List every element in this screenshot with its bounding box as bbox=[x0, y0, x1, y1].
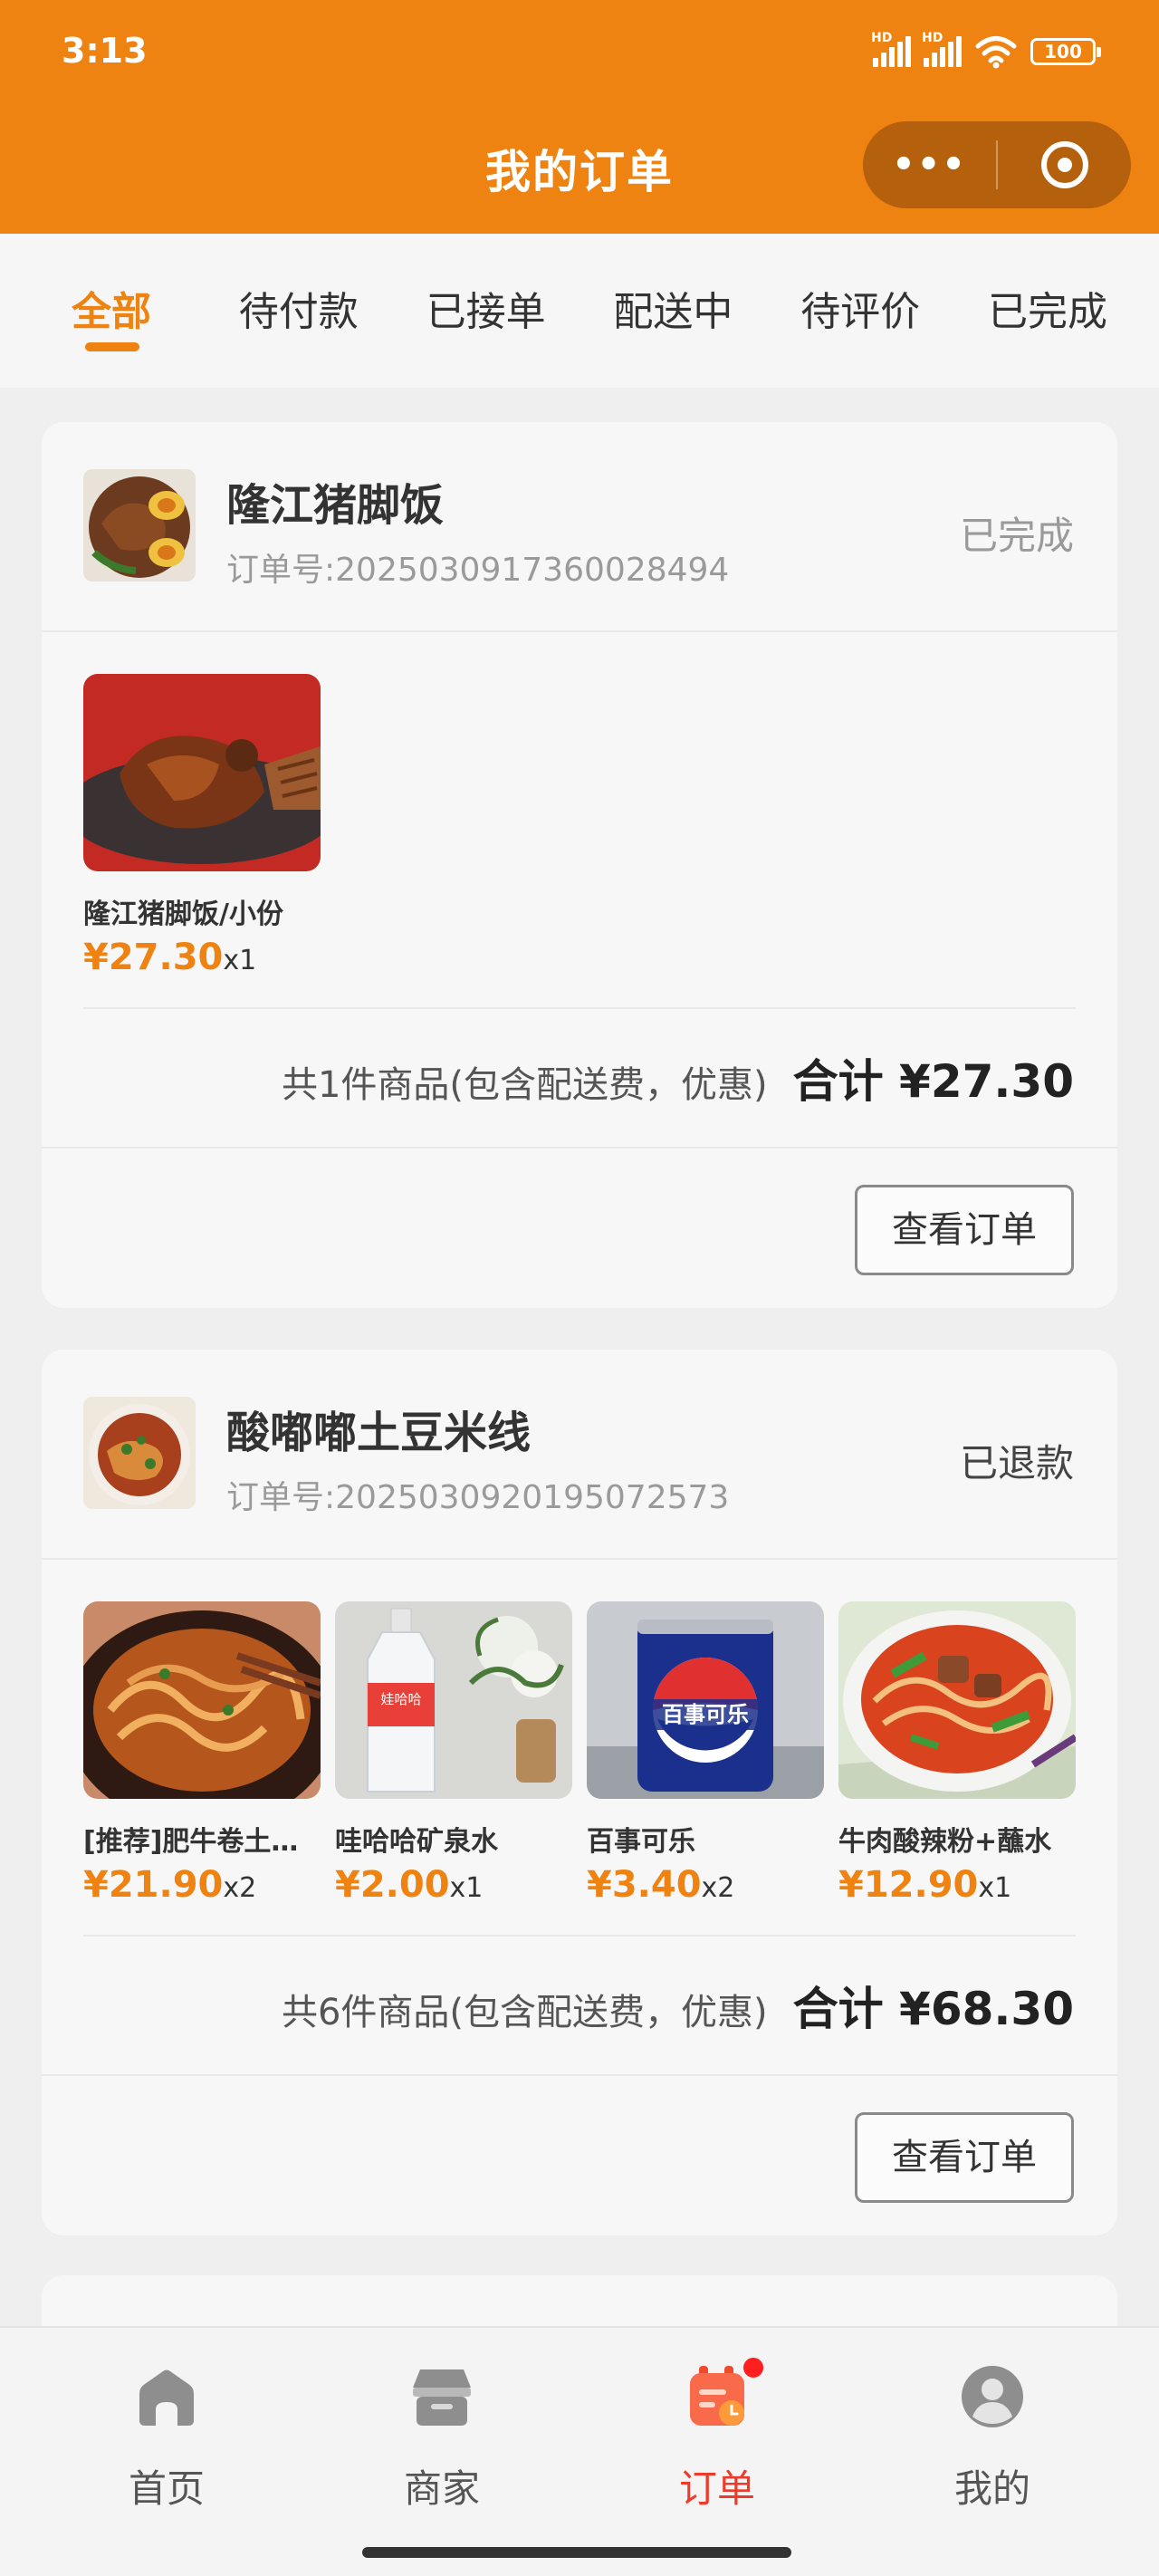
order-card[interactable]: 酸嘟嘟土豆米线 订单号:2025030920195072573 已退款 [推荐]… bbox=[42, 1350, 1117, 2235]
divider bbox=[42, 630, 1117, 632]
item-price-row: ¥2.00x1 bbox=[335, 1864, 572, 1906]
item-quantity: x1 bbox=[449, 1872, 484, 1904]
tab-to-review[interactable]: 待评价 bbox=[776, 234, 944, 388]
battery-icon: 100 bbox=[1030, 38, 1101, 65]
tab-pending-payment[interactable]: 待付款 bbox=[215, 234, 383, 388]
order-item[interactable]: 隆江猪脚饭/小份 ¥27.30x1 bbox=[83, 674, 321, 978]
tab-completed[interactable]: 已完成 bbox=[963, 234, 1132, 388]
item-image bbox=[838, 1601, 1076, 1799]
item-price: ¥2.00 bbox=[335, 1864, 450, 1906]
item-quantity: x2 bbox=[701, 1872, 735, 1904]
item-price-row: ¥21.90x2 bbox=[83, 1864, 321, 1906]
item-image bbox=[83, 1601, 321, 1799]
item-count-note: 共6件商品(包含配送费，优惠) bbox=[281, 1992, 768, 2033]
item-count-note: 共1件商品(包含配送费，优惠) bbox=[281, 1064, 768, 1106]
item-price: ¥21.90 bbox=[83, 1864, 224, 1906]
water-label: 娃哈哈 bbox=[380, 1691, 421, 1707]
nav-home[interactable]: 首页 bbox=[76, 2364, 257, 2514]
order-status: 已完成 bbox=[959, 514, 1074, 558]
miniprogram-capsule: ••• bbox=[863, 121, 1131, 208]
item-price-row: ¥12.90x1 bbox=[838, 1864, 1076, 1906]
order-item[interactable]: [推荐]肥牛卷土… ¥21.90x2 bbox=[83, 1601, 321, 1906]
order-summary: 共1件商品(包含配送费，优惠) 合计 ¥27.30 bbox=[282, 1045, 1074, 1110]
divider bbox=[83, 1935, 1076, 1937]
divider bbox=[42, 2074, 1117, 2076]
wifi-icon bbox=[975, 36, 1017, 69]
target-icon bbox=[1040, 141, 1088, 188]
store-logo bbox=[83, 469, 196, 582]
app-header: 3:13 HD HD 100 我的订单 ••• bbox=[0, 0, 1159, 234]
order-summary: 共6件商品(包含配送费，优惠) 合计 ¥68.30 bbox=[282, 1973, 1074, 2038]
order-item[interactable]: 娃哈哈 哇哈哈矿泉水 ¥2.00x1 bbox=[335, 1601, 572, 1906]
hd-label: HD bbox=[871, 31, 893, 45]
item-price: ¥3.40 bbox=[587, 1864, 702, 1906]
order-status: 已退款 bbox=[959, 1441, 1074, 1485]
nav-label: 商家 bbox=[403, 2466, 480, 2511]
more-button[interactable]: ••• bbox=[863, 144, 996, 186]
home-icon bbox=[134, 2364, 199, 2429]
divider bbox=[83, 1007, 1076, 1009]
nav-merchants[interactable]: 商家 bbox=[351, 2364, 532, 2514]
item-quantity: x2 bbox=[223, 1872, 257, 1904]
item-name: 隆江猪脚饭/小份 bbox=[83, 899, 283, 930]
nav-label: 订单 bbox=[678, 2466, 755, 2511]
signal-icon: HD bbox=[871, 31, 911, 67]
bottom-tab-bar: 首页 商家 订单 我的 bbox=[0, 2326, 1159, 2576]
order-total: 合计 ¥27.30 bbox=[792, 1055, 1074, 1108]
store-icon bbox=[409, 2364, 474, 2429]
tab-accepted[interactable]: 已接单 bbox=[402, 234, 570, 388]
order-item[interactable]: 牛肉酸辣粉+蘸水 ¥12.90x1 bbox=[838, 1601, 1076, 1906]
order-number: 订单号:2025030917360028494 bbox=[226, 552, 730, 589]
hd-label-2: HD bbox=[922, 31, 943, 45]
order-icon bbox=[685, 2355, 766, 2429]
view-order-button[interactable]: 查看订单 bbox=[855, 1185, 1074, 1275]
order-status-tabs: 全部 待付款 已接单 配送中 待评价 已完成 bbox=[0, 234, 1159, 388]
item-name: 哇哈哈矿泉水 bbox=[335, 1826, 498, 1858]
item-quantity: x1 bbox=[978, 1872, 1012, 1904]
store-name[interactable]: 隆江猪脚饭 bbox=[226, 469, 444, 533]
nav-label: 我的 bbox=[953, 2466, 1030, 2511]
order-item[interactable]: 百事可乐 百事可乐 ¥3.40x2 bbox=[587, 1601, 824, 1906]
home-indicator[interactable] bbox=[362, 2547, 791, 2558]
item-image: 娃哈哈 bbox=[335, 1601, 572, 1799]
item-price-row: ¥3.40x2 bbox=[587, 1864, 824, 1906]
item-price-row: ¥27.30x1 bbox=[83, 937, 321, 978]
item-quantity: x1 bbox=[223, 945, 257, 976]
nav-label: 首页 bbox=[128, 2466, 205, 2511]
view-order-button[interactable]: 查看订单 bbox=[855, 2112, 1074, 2203]
notification-badge bbox=[741, 2355, 766, 2380]
store-name[interactable]: 酸嘟嘟土豆米线 bbox=[226, 1397, 531, 1460]
item-image bbox=[83, 674, 321, 871]
status-time: 3:13 bbox=[62, 31, 148, 71]
nav-orders[interactable]: 订单 bbox=[627, 2355, 808, 2514]
tab-delivering[interactable]: 配送中 bbox=[589, 234, 757, 388]
item-name: 牛肉酸辣粉+蘸水 bbox=[838, 1826, 1052, 1858]
store-logo bbox=[83, 1397, 196, 1509]
order-card[interactable]: 隆江猪脚饭 订单号:2025030917360028494 已完成 隆江猪脚饭/… bbox=[42, 422, 1117, 1308]
tab-all[interactable]: 全部 bbox=[27, 234, 196, 388]
pepsi-label: 百事可乐 bbox=[662, 1702, 749, 1727]
item-image: 百事可乐 bbox=[587, 1601, 824, 1799]
item-name: [推荐]肥牛卷土… bbox=[83, 1826, 299, 1858]
close-button[interactable] bbox=[998, 141, 1131, 188]
item-name: 百事可乐 bbox=[587, 1826, 695, 1858]
order-number: 订单号:2025030920195072573 bbox=[226, 1479, 730, 1516]
order-total: 合计 ¥68.30 bbox=[792, 1983, 1074, 2035]
item-price: ¥12.90 bbox=[838, 1864, 979, 1906]
status-icons: HD HD 100 bbox=[871, 31, 1101, 69]
item-price: ¥27.30 bbox=[83, 937, 224, 978]
signal-icon-2: HD bbox=[922, 31, 962, 67]
nav-profile[interactable]: 我的 bbox=[902, 2364, 1083, 2514]
divider bbox=[42, 1147, 1117, 1149]
divider bbox=[42, 1558, 1117, 1560]
user-icon bbox=[960, 2364, 1025, 2429]
